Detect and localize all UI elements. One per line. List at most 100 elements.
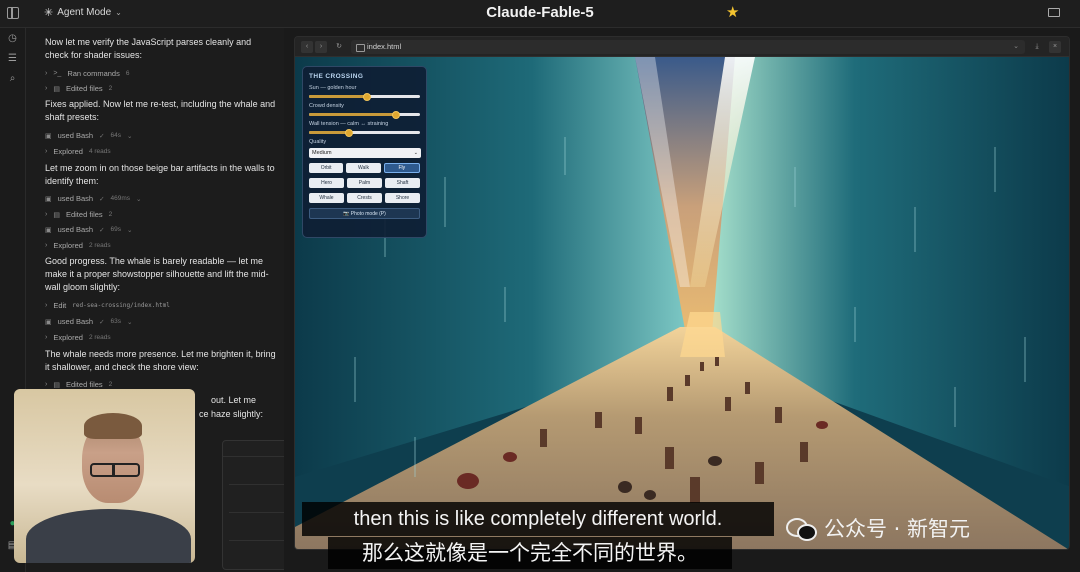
assistant-message-partial: out. Let me [211,395,257,405]
url-bar: ‹ › ↻ index.html ⌄ ⤓ × [295,37,1069,57]
crowd-slider[interactable] [309,110,420,119]
title-bar: ✳ Agent Mode ⌄ Claude-Fable-5 ★ [0,0,1080,28]
sun-slider[interactable] [309,92,420,101]
folder-icon[interactable] [1048,8,1060,17]
check-icon: ✓ [99,318,105,326]
list-icon[interactable]: ☰ [7,53,18,64]
assistant-message-partial: ce haze slightly: [199,409,264,419]
history-icon[interactable]: ◷ [7,33,18,44]
file-icon: ▤ [53,381,60,389]
tool-call-explored[interactable]: › Explored 2 reads [45,333,111,342]
panel-heading: THE CROSSING [309,73,364,80]
camera-orbit-button[interactable]: Orbit [309,163,344,173]
terminal-icon: ▣ [45,318,52,326]
preset-palm-button[interactable]: Palm [347,178,382,188]
wall-slider-knob[interactable] [344,128,353,137]
preset-whale-button[interactable]: Whale [309,193,344,203]
watermark: 公众号 · 新智元 [786,513,970,543]
forward-icon[interactable]: › [315,41,327,53]
crossing-control-panel: THE CROSSING Sun — golden hour Crowd den… [302,66,427,238]
tool-call-bash[interactable]: ▣ used Bash ✓ 69s ⌄ [45,225,132,234]
assistant-message: Good progress. The whale is barely reada… [45,256,269,292]
check-icon: ✓ [99,195,105,203]
preset-shore-button[interactable]: Shore [385,193,420,203]
tool-call-edited-files[interactable]: › ▤ Edited files 2 [45,84,112,93]
tool-call-edited-files[interactable]: › ▤ Edited files 2 [45,380,112,389]
chevron-right-icon: › [45,302,48,309]
file-icon: ▤ [53,85,60,93]
terminal-icon: ▣ [45,226,52,234]
subtitle-chinese: 那么这就像是一个完全不同的世界。 [328,537,732,569]
preset-hero-button[interactable]: Hero [309,178,344,188]
output-row [229,489,284,513]
crowd-slider-fill [309,113,396,116]
sun-slider-knob[interactable] [362,92,371,101]
close-icon[interactable]: × [1049,41,1061,53]
tool-call-explored[interactable]: › Explored 4 reads [45,147,111,156]
quality-label: Quality [309,139,327,145]
chevron-right-icon: › [45,85,48,92]
chevron-down-icon: ⌄ [127,226,133,234]
tool-call-bash[interactable]: ▣ used Bash ✓ 63s ⌄ [45,317,132,326]
tool-call-bash[interactable]: ▣ used Bash ✓ 64s ⌄ [45,131,132,140]
tool-call-edit[interactable]: › Edit red-sea-crossing/index.html [45,301,170,310]
wall-slider[interactable] [309,128,420,137]
check-icon: ✓ [99,226,105,234]
chevron-down-icon: ⌄ [413,150,418,156]
camera-fly-button[interactable]: Fly [383,163,420,173]
presenter-glasses [90,463,140,477]
subtitle-english: then this is like completely different w… [302,502,774,536]
window-title: Claude-Fable-5 [486,4,594,21]
chevron-right-icon: › [45,334,48,341]
tool-call-bash[interactable]: ▣ used Bash ✓ 469ms ⌄ [45,194,142,203]
chevron-down-icon: ⌄ [136,195,142,203]
crowd-slider-knob[interactable] [391,110,400,119]
terminal-icon: >_ [53,70,62,77]
presenter-shirt [26,509,191,563]
chevron-right-icon: › [45,211,48,218]
assistant-message: Let me zoom in on those beige bar artifa… [45,163,275,186]
terminal-icon: ▣ [45,195,52,203]
camera-mode-group: Orbit Walk Fly [309,163,420,173]
chevron-right-icon: › [45,242,48,249]
file-icon: ▤ [53,211,60,219]
tool-output-panel: ⌄ [222,440,284,570]
output-row [229,517,284,541]
sun-slider-fill [309,95,367,98]
webcam-video [14,389,195,563]
preset-group-2: Whale Crests Shore [309,193,420,203]
quality-select[interactable]: Medium ⌄ [309,148,421,158]
address-input[interactable]: index.html ⌄ [351,40,1025,54]
tool-call-explored[interactable]: › Explored 2 reads [45,241,111,250]
assistant-message: Now let me verify the JavaScript parses … [45,37,252,60]
wall-slider-label: Wall tension — calm ↔ straining [309,121,389,127]
star-icon[interactable]: ★ [726,3,739,21]
download-icon[interactable]: ⤓ [1031,41,1043,53]
chevron-down-icon[interactable]: ⌄ [223,441,284,457]
photo-mode-button[interactable]: 📷 Photo mode (P) [309,208,420,219]
preset-crests-button[interactable]: Crests [347,193,382,203]
chevron-down-icon: ⌄ [127,132,133,140]
presenter-hair [84,413,142,439]
tool-call-edited-files[interactable]: › ▤ Edited files 2 [45,210,112,219]
reload-icon[interactable]: ↻ [333,41,345,53]
preset-group-1: Hero Palm Shaft [309,178,420,188]
assistant-message: Fixes applied. Now let me re-test, inclu… [45,99,276,122]
crowd-slider-label: Crowd density [309,103,344,109]
wall-slider-fill [309,131,349,134]
assistant-message: The whale needs more presence. Let me br… [45,349,276,372]
chevron-down-icon: ⌄ [127,318,133,326]
watermark-text: 公众号 · 新智元 [824,517,971,541]
search-icon[interactable]: ⌕ [7,73,18,84]
camera-walk-button[interactable]: Walk [346,163,381,173]
chevron-right-icon: › [45,381,48,388]
chevron-right-icon: › [45,70,48,77]
terminal-icon: ▣ [45,132,52,140]
check-icon: ✓ [99,132,105,140]
wechat-logo-icon [786,516,817,541]
chevron-right-icon: › [45,148,48,155]
chevron-down-icon[interactable]: ⌄ [1013,40,1019,54]
tool-call-ran-commands[interactable]: › >_ Ran commands 6 [45,69,129,78]
preset-shaft-button[interactable]: Shaft [385,178,420,188]
back-icon[interactable]: ‹ [301,41,313,53]
